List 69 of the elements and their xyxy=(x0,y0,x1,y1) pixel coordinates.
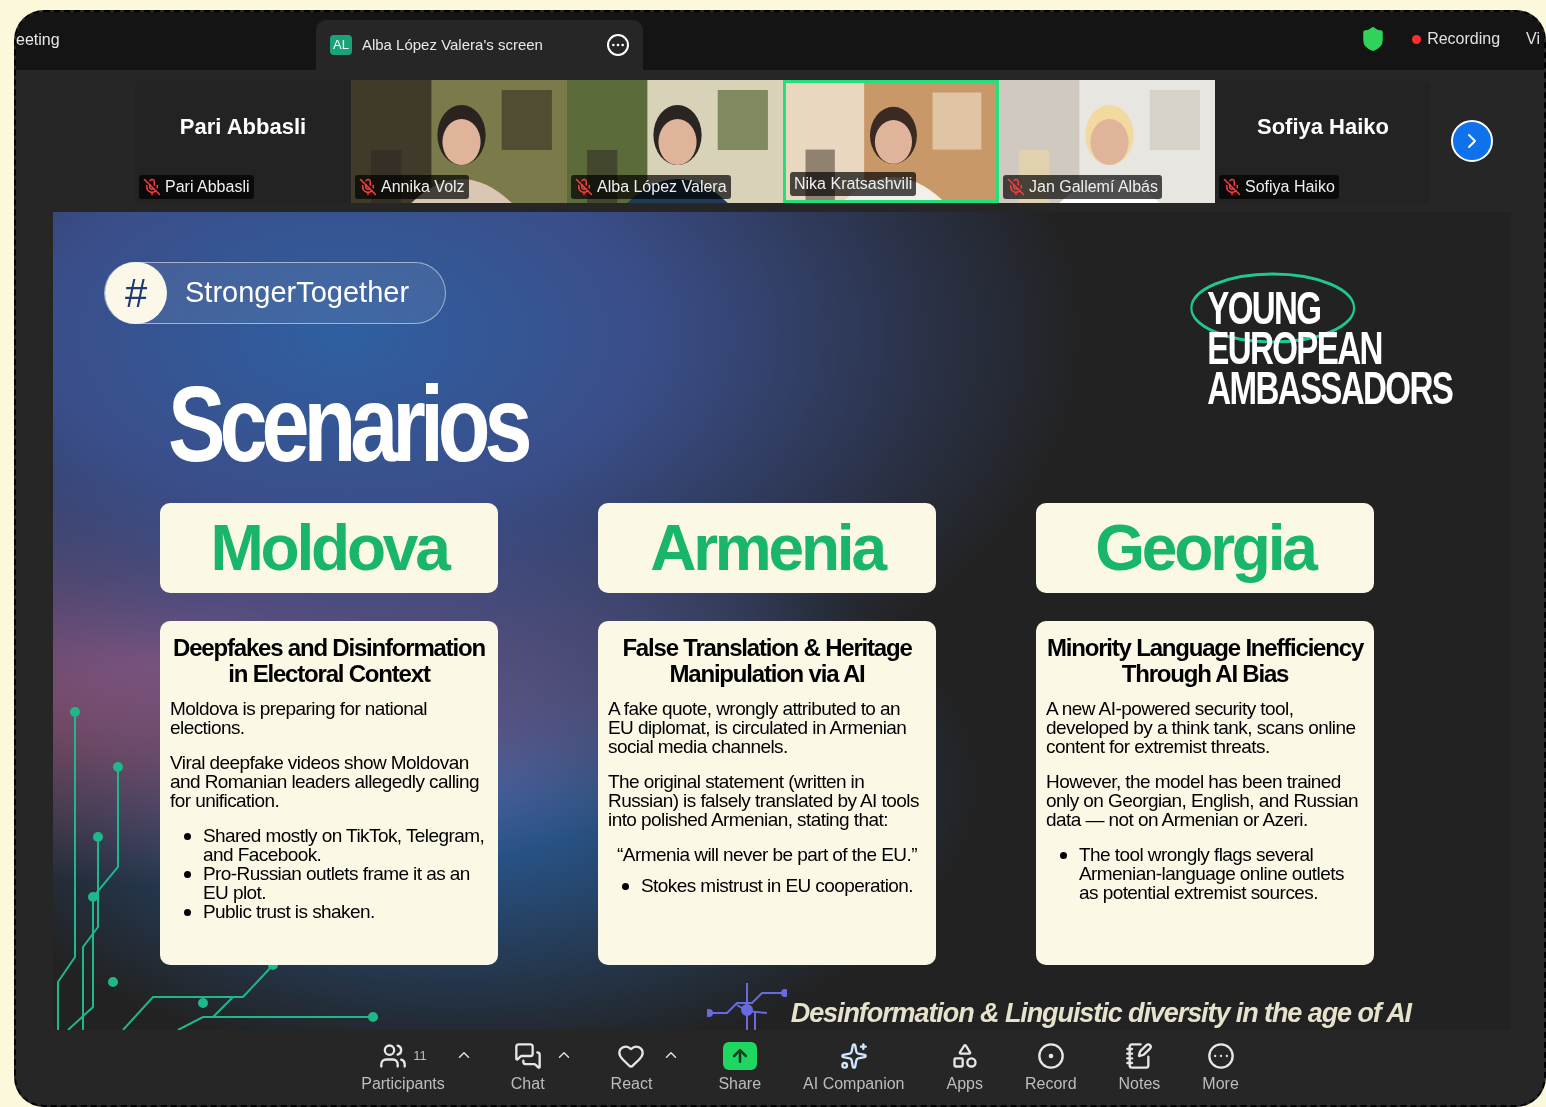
toolbar-button[interactable]: 11 Participants xyxy=(357,1039,449,1096)
bullet-icon xyxy=(184,871,191,878)
card-paragraph: Moldova is preparing for national elections. xyxy=(170,699,428,737)
initials-badge: AL xyxy=(330,35,352,55)
toolbar-button[interactable]: Chat xyxy=(506,1039,549,1096)
participant-label: Pari Abbasli xyxy=(165,176,250,197)
card-paragraph: The original statement (written in Russian) is falsely translated by AI tools into polished Armenian, stating that: xyxy=(608,772,920,829)
toolbar-button[interactable]: More xyxy=(1198,1039,1243,1096)
meeting-title: eeting xyxy=(16,30,61,50)
participant-label: Annika Volz xyxy=(381,176,465,197)
bullet-icon xyxy=(184,909,191,916)
share-tab[interactable]: AL Alba López Valera's screen xyxy=(316,20,643,70)
participant-count: 11 xyxy=(413,1046,427,1065)
country-name: Georgia xyxy=(1095,511,1315,586)
toolbar-button[interactable]: Notes xyxy=(1114,1039,1165,1096)
participant-name: Sofiya Haiko xyxy=(1256,112,1389,141)
participant-tile[interactable]: Jan Gallemí Albás xyxy=(999,79,1215,203)
scenario-heading: Minority Language Inefficiency Through AI Bias xyxy=(1046,635,1364,687)
bullet-text: The tool wrongly flags several Armenian-language online outlets as potential extremist sources. xyxy=(1079,845,1345,902)
bullet-text: Shared mostly on TikTok, Telegram, and Facebook. xyxy=(203,826,486,864)
view-label[interactable]: Vi xyxy=(1526,27,1540,51)
participant-tile[interactable]: Nika Kratsashvili xyxy=(783,79,999,203)
participant-label: Jan Gallemí Albás xyxy=(1029,176,1158,197)
slide-title: Scenarios xyxy=(168,374,529,474)
share-icon xyxy=(722,1041,757,1070)
recording-label[interactable]: Recording xyxy=(1427,27,1501,51)
toolbar-button[interactable]: React xyxy=(606,1039,657,1096)
bullet-icon xyxy=(1060,852,1067,859)
sparkle-icon xyxy=(839,1041,868,1070)
quote-text: “Armenia will never be part of the EU.” xyxy=(616,845,918,864)
participant-tile[interactable]: Alba López Valera xyxy=(567,79,783,203)
more-icon[interactable] xyxy=(607,34,629,56)
more-icon xyxy=(1206,1041,1235,1070)
participant-tile[interactable]: Annika Volz xyxy=(351,79,567,203)
bullet-text: Public trust is shaken. xyxy=(203,902,375,921)
participant-name: Pari Abbasli xyxy=(179,112,307,141)
logo-text: EUROPEAN xyxy=(1207,328,1382,368)
circuit-icon xyxy=(706,983,787,1030)
people-icon xyxy=(379,1041,408,1070)
hashtag-text: StrongerTogether xyxy=(185,275,410,311)
card-paragraph: A fake quote, wrongly attributed to an EU diplomat, is circulated in Armenian social media channels. xyxy=(608,699,908,756)
scenario-heading: Deepfakes and Disinformation in Electoral Context xyxy=(172,635,486,687)
bullet-icon xyxy=(622,883,629,890)
hashtag-symbol: # xyxy=(105,262,167,324)
card-paragraph: However, the model has been trained only on Georgian, English, and Russian data — not on Armenian or Azeri. xyxy=(1046,772,1360,829)
tab-label: Alba López Valera's screen xyxy=(361,34,544,55)
participant-label: Alba López Valera xyxy=(597,176,727,197)
notes-icon xyxy=(1125,1041,1154,1070)
toolbar-button[interactable]: Record xyxy=(1020,1039,1081,1096)
bullet-text: Pro-Russian outlets frame it as an EU plot. xyxy=(203,864,471,902)
scenario-heading: False Translation & Heritage Manipulation via AI xyxy=(621,635,913,687)
toolbar-button[interactable]: AI Companion xyxy=(799,1039,909,1096)
apps-icon xyxy=(950,1041,979,1070)
logo-text: AMBASSADORS xyxy=(1207,368,1452,408)
chat-icon xyxy=(513,1041,542,1070)
toolbar-button[interactable]: Share xyxy=(714,1039,766,1096)
participant-label: Nika Kratsashvili xyxy=(794,173,913,194)
card-paragraph: Viral deepfake videos show Moldovan and Romanian leaders allegedly calling for unification. xyxy=(170,753,480,810)
record-icon xyxy=(1036,1041,1065,1070)
participant-label: Sofiya Haiko xyxy=(1245,176,1335,197)
toolbar-button[interactable]: Apps xyxy=(942,1039,987,1096)
country-name: Armenia xyxy=(650,511,884,586)
next-page-button[interactable] xyxy=(1451,120,1493,162)
country-name: Moldova xyxy=(210,511,448,586)
card-paragraph: A new AI-powered security tool, developed by a think tank, scans online content for extremist threats. xyxy=(1046,699,1357,756)
bullet-text: Stokes mistrust in EU cooperation. xyxy=(641,876,914,895)
logo-text: YOUNG xyxy=(1207,288,1321,328)
slide-tagline: Desinformation & Linguistic diversity in the age of AI xyxy=(790,996,1411,1030)
bullet-icon xyxy=(184,833,191,840)
